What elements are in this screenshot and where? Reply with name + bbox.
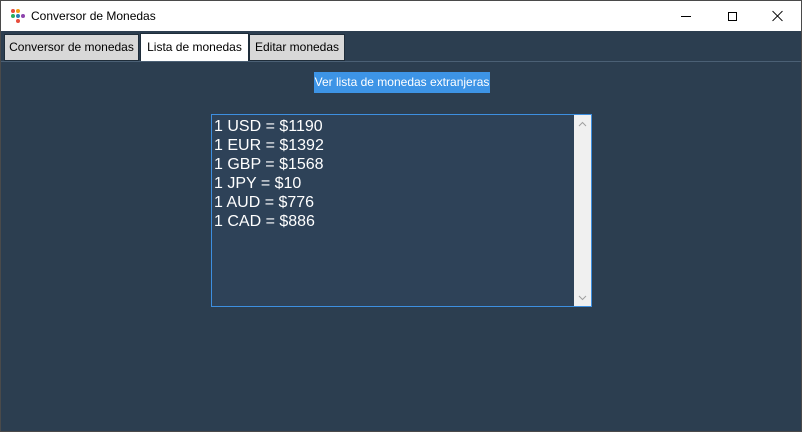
show-foreign-currencies-button[interactable]: Ver lista de monedas extranjeras (314, 72, 490, 93)
list-item[interactable]: 1 EUR = $1392 (214, 136, 574, 155)
maximize-icon (727, 11, 737, 21)
title-bar[interactable]: Conversor de Monedas (1, 1, 801, 31)
minimize-button[interactable] (663, 1, 709, 31)
currency-list: 1 USD = $1190 1 EUR = $1392 1 GBP = $156… (214, 117, 574, 231)
chevron-down-icon (578, 295, 587, 300)
tab-editar[interactable]: Editar monedas (249, 34, 345, 61)
currency-list-box[interactable]: 1 USD = $1190 1 EUR = $1392 1 GBP = $156… (211, 114, 592, 307)
minimize-icon (681, 15, 691, 17)
list-item[interactable]: 1 AUD = $776 (214, 193, 574, 212)
maximize-button[interactable] (709, 1, 755, 31)
vertical-scrollbar[interactable] (574, 115, 591, 306)
tab-lista[interactable]: Lista de monedas (140, 33, 249, 62)
chevron-up-icon (578, 121, 587, 126)
list-item[interactable]: 1 GBP = $1568 (214, 155, 574, 174)
window-title: Conversor de Monedas (31, 9, 156, 23)
app-window: Conversor de Monedas Conversor de moneda… (0, 0, 802, 432)
scroll-down-button[interactable] (574, 289, 591, 306)
list-item[interactable]: 1 CAD = $886 (214, 212, 574, 231)
tab-conversor[interactable]: Conversor de monedas (4, 34, 139, 61)
list-item[interactable]: 1 USD = $1190 (214, 117, 574, 136)
close-icon (772, 10, 784, 22)
list-item[interactable]: 1 JPY = $10 (214, 174, 574, 193)
close-button[interactable] (755, 1, 801, 31)
scroll-up-button[interactable] (574, 115, 591, 132)
app-icon (11, 9, 25, 23)
tab-divider (1, 61, 801, 62)
tab-strip: Conversor de monedas Lista de monedas Ed… (1, 31, 801, 62)
